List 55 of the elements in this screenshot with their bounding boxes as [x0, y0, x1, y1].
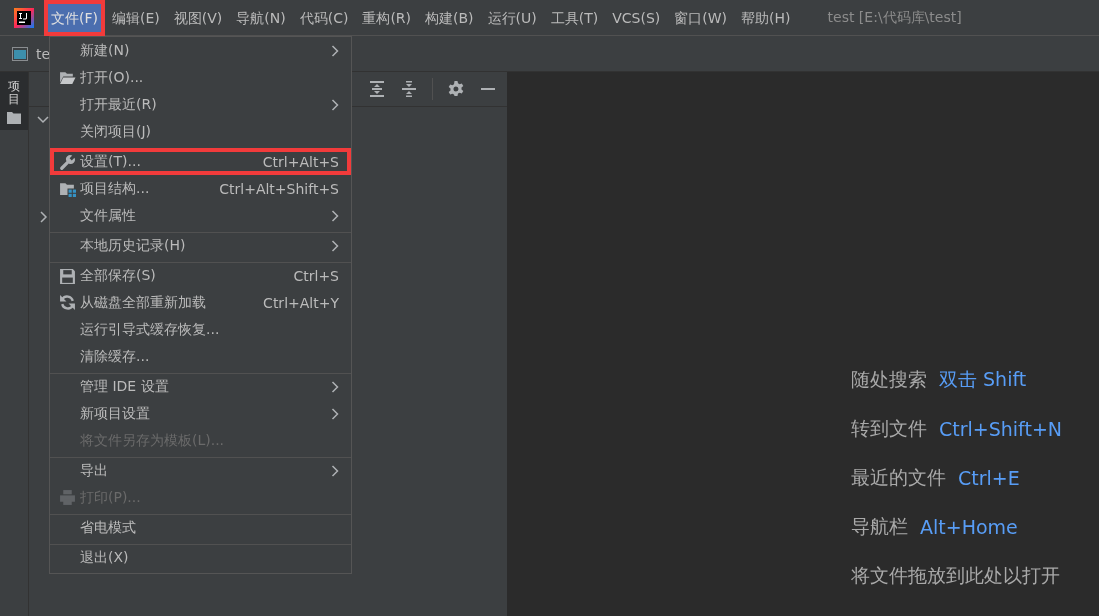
menu-entry[interactable]: 新项目设置 — [50, 400, 351, 427]
module-icon — [12, 46, 28, 61]
menu-item[interactable]: 窗口(W) — [667, 0, 735, 36]
menu-entry[interactable]: 清除缓存... — [50, 343, 351, 370]
menu-entry[interactable]: 导出 — [50, 457, 351, 484]
menu-item[interactable]: 视图(V) — [166, 0, 230, 36]
menu-entry[interactable]: 从磁盘全部重新加载 Ctrl+Alt+Y — [50, 289, 351, 316]
menu-entry[interactable]: 本地历史记录(H) — [50, 232, 351, 259]
expand-all-icon[interactable] — [368, 80, 386, 98]
app-logo — [14, 7, 34, 28]
menu-item[interactable]: 帮助(H) — [734, 0, 798, 36]
menu-item[interactable]: 工具(T) — [543, 0, 606, 36]
breadcrumb-item[interactable]: te — [36, 45, 51, 62]
menu-entry[interactable]: 文件属性 — [50, 202, 351, 229]
menu-entry[interactable]: 运行引导式缓存恢复... — [50, 316, 351, 343]
menu-item[interactable]: 文件(F) — [44, 0, 105, 36]
menu-item[interactable]: 构建(B) — [418, 0, 481, 36]
hint-label: 将文件拖放到此处以打开 — [851, 562, 1060, 588]
hint-label: 导航栏 — [851, 513, 908, 539]
save-icon — [58, 267, 76, 285]
printer-icon — [58, 489, 76, 506]
collapse-all-icon[interactable] — [400, 80, 418, 98]
hint-shortcut: 双击 Shift — [939, 366, 1027, 392]
menu-entry[interactable]: 项目结构... Ctrl+Alt+Shift+S — [50, 175, 351, 202]
folder-grid-icon — [58, 180, 76, 197]
menu-entry[interactable]: 打开最近(R) — [50, 91, 351, 118]
hint-shortcut: Alt+Home — [920, 515, 1018, 538]
window-title: test [E:\代码库\test] — [827, 8, 962, 27]
folder-icon — [58, 69, 76, 86]
menu-item[interactable]: 编辑(E) — [105, 0, 167, 36]
menu-entry[interactable]: 管理 IDE 设置 — [50, 373, 351, 400]
menu-entry[interactable]: 全部保存(S) Ctrl+S — [50, 262, 351, 289]
project-tool-tab[interactable]: 项目 — [0, 72, 28, 131]
menu-entry[interactable]: 新建(N) — [50, 37, 351, 64]
chevron-right-icon[interactable] — [37, 211, 49, 223]
hint-label: 转到文件 — [851, 415, 927, 441]
hint-shortcut: Ctrl+E — [958, 466, 1020, 489]
hint-shortcut: Ctrl+Shift+N — [939, 417, 1063, 440]
menu-item[interactable]: 导航(N) — [229, 0, 293, 36]
reload-icon — [58, 294, 76, 311]
hint-label: 最近的文件 — [851, 464, 946, 490]
settings-icon[interactable] — [447, 80, 465, 98]
menu-entry[interactable]: 关闭项目(J) — [50, 118, 351, 145]
menu-item[interactable]: VCS(S) — [605, 0, 668, 36]
menu-item[interactable]: 代码(C) — [292, 0, 356, 36]
folder-icon — [7, 112, 21, 125]
wrench-icon — [58, 153, 76, 171]
menu-item[interactable]: 重构(R) — [355, 0, 419, 36]
menu-entry[interactable]: 打开(O)... — [50, 64, 351, 91]
menu-entry[interactable]: 设置(T)... Ctrl+Alt+S — [50, 148, 351, 175]
menu-item[interactable]: 运行(U) — [480, 0, 544, 36]
hint-label: 随处搜索 — [851, 366, 927, 392]
menu-entry[interactable]: 退出(X) — [50, 544, 351, 571]
chevron-down-icon[interactable] — [37, 113, 49, 125]
menu-entry[interactable]: 省电模式 — [50, 514, 351, 541]
